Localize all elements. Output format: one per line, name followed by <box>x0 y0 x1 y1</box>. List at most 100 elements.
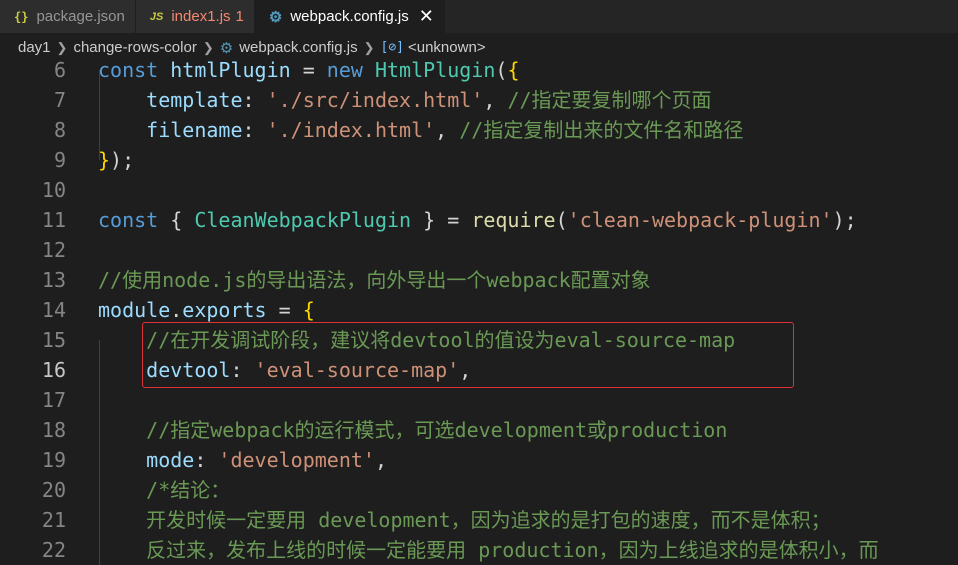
breadcrumb-file[interactable]: webpack.config.js <box>239 39 357 56</box>
chevron-right-icon: ❯ <box>56 39 68 55</box>
tab-index1-js[interactable]: JS index1.js 1 <box>135 0 255 33</box>
code-token: template <box>98 88 243 112</box>
breadcrumb-folder-change-rows-color[interactable]: change-rows-color <box>73 39 196 56</box>
code-line[interactable]: 14 module.exports = { <box>0 295 958 325</box>
line-code: filename: './index.html', //指定复制出来的文件名和路… <box>98 115 743 145</box>
problem-count-badge: 1 <box>235 8 244 25</box>
code-line[interactable]: 8 filename: './index.html', //指定复制出来的文件名… <box>0 115 958 145</box>
code-line[interactable]: 11 const { CleanWebpackPlugin } = require… <box>0 205 958 235</box>
code-token: { <box>507 58 520 82</box>
gear-file-icon: ⚙ <box>219 39 234 57</box>
highlight-annotation-box <box>142 322 794 388</box>
line-code: //指定webpack的运行模式，可选development或productio… <box>98 415 727 445</box>
line-code: const htmlPlugin = new HtmlPlugin({ <box>98 55 519 85</box>
code-token: //指定要复制哪个页面 <box>507 88 712 112</box>
code-line[interactable]: 22 反过来，发布上线的时候一定能要用 production，因为上线追求的是体… <box>0 535 958 565</box>
line-code: //使用node.js的导出语法，向外导出一个webpack配置对象 <box>98 265 651 295</box>
line-code: mode: 'development', <box>98 445 387 475</box>
code-token: 开发时候一定要用 development，因为追求的是打包的速度，而不是体积； <box>98 508 831 532</box>
line-code: 开发时候一定要用 development，因为追求的是打包的速度，而不是体积； <box>98 505 831 535</box>
code-token: ( <box>495 58 508 82</box>
line-number: 22 <box>41 538 66 562</box>
code-token: { <box>302 298 315 322</box>
chevron-right-icon: ❯ <box>363 39 375 55</box>
line-number: 16 <box>41 358 66 382</box>
line-number: 18 <box>41 418 66 442</box>
code-token: } = <box>411 208 472 232</box>
breadcrumb-symbol[interactable]: <unknown> <box>408 39 486 56</box>
tab-package-json[interactable]: {} package.json <box>0 0 136 33</box>
code-line[interactable]: 17 <box>0 385 958 415</box>
code-token: exports <box>182 298 267 322</box>
code-token: filename <box>98 118 243 142</box>
code-token: './index.html' <box>266 118 436 142</box>
code-token: . <box>170 298 183 322</box>
code-line[interactable]: 6 const htmlPlugin = new HtmlPlugin({ <box>0 55 958 85</box>
close-icon[interactable]: ✕ <box>419 6 434 27</box>
code-token: const <box>98 208 171 232</box>
code-token: //指定复制出来的文件名和路径 <box>459 118 744 142</box>
line-code: module.exports = { <box>98 295 315 325</box>
code-token: /*结论： <box>98 478 231 502</box>
line-code: 反过来，发布上线的时候一定能要用 production，因为上线追求的是体积小，… <box>98 535 879 565</box>
code-token: : <box>194 448 219 472</box>
line-code: const { CleanWebpackPlugin } = require('… <box>98 205 857 235</box>
code-token: const <box>98 58 171 82</box>
line-number: 13 <box>41 268 66 292</box>
code-token: ( <box>555 208 568 232</box>
code-token: : <box>242 118 267 142</box>
js-file-icon: JS <box>149 10 164 23</box>
code-token: HtmlPlugin <box>374 58 496 82</box>
tab-label: webpack.config.js <box>290 8 409 25</box>
code-line[interactable]: 20 /*结论： <box>0 475 958 505</box>
code-line[interactable]: 19 mode: 'development', <box>0 445 958 475</box>
line-number: 20 <box>41 478 66 502</box>
code-token: 'development' <box>218 448 375 472</box>
line-code: }); <box>98 145 134 175</box>
line-number: 10 <box>41 178 66 202</box>
code-token: = <box>266 298 303 322</box>
tab-webpack-config-js[interactable]: ⚙ webpack.config.js ✕ <box>254 0 445 33</box>
code-token: : <box>242 88 267 112</box>
code-token: htmlPlugin <box>170 58 291 82</box>
code-token: ); <box>110 148 135 172</box>
code-token: 'clean-webpack-plugin' <box>567 208 833 232</box>
code-line[interactable]: 12 <box>0 235 958 265</box>
json-file-icon: {} <box>14 9 29 24</box>
code-token: CleanWebpackPlugin <box>194 208 412 232</box>
code-token: , <box>435 118 460 142</box>
code-editor[interactable]: 6 const htmlPlugin = new HtmlPlugin({7 te… <box>0 55 958 565</box>
indent-guide <box>99 70 100 160</box>
code-line[interactable]: 21 开发时候一定要用 development，因为追求的是打包的速度，而不是体… <box>0 505 958 535</box>
code-token: { <box>170 208 195 232</box>
line-number: 21 <box>41 508 66 532</box>
code-line[interactable]: 18 //指定webpack的运行模式，可选development或produc… <box>0 415 958 445</box>
code-token: //使用node.js的导出语法，向外导出一个webpack配置对象 <box>98 268 651 292</box>
code-token: 反过来，发布上线的时候一定能要用 production，因为上线追求的是体积小，… <box>98 538 879 562</box>
code-token: = <box>290 58 327 82</box>
line-number: 19 <box>41 448 66 472</box>
line-number: 11 <box>41 208 66 232</box>
code-token: './src/index.html' <box>266 88 484 112</box>
code-line[interactable]: 10 <box>0 175 958 205</box>
code-token: new <box>326 58 375 82</box>
breadcrumb-folder-day1[interactable]: day1 <box>18 39 51 56</box>
line-number: 17 <box>41 388 66 412</box>
code-line[interactable]: 9}); <box>0 145 958 175</box>
code-token: //指定webpack的运行模式，可选development或productio… <box>98 418 728 442</box>
tab-label: package.json <box>36 8 125 25</box>
code-line[interactable]: 7 template: './src/index.html', //指定要复制哪… <box>0 85 958 115</box>
code-line[interactable]: 13 //使用node.js的导出语法，向外导出一个webpack配置对象 <box>0 265 958 295</box>
code-token: ); <box>832 208 857 232</box>
line-number: 7 <box>53 88 66 112</box>
code-token: require <box>471 208 556 232</box>
editor-tab-bar: {} package.json JS index1.js 1 ⚙ webpack… <box>0 0 958 33</box>
chevron-right-icon: ❯ <box>202 39 214 55</box>
indent-guide <box>99 340 100 565</box>
code-token: , <box>374 448 388 472</box>
gear-file-icon: ⚙ <box>268 8 283 26</box>
code-token: mode <box>98 448 195 472</box>
line-number: 9 <box>53 148 66 172</box>
line-number: 14 <box>41 298 66 322</box>
symbol-variable-icon: [⊘] <box>380 40 404 55</box>
